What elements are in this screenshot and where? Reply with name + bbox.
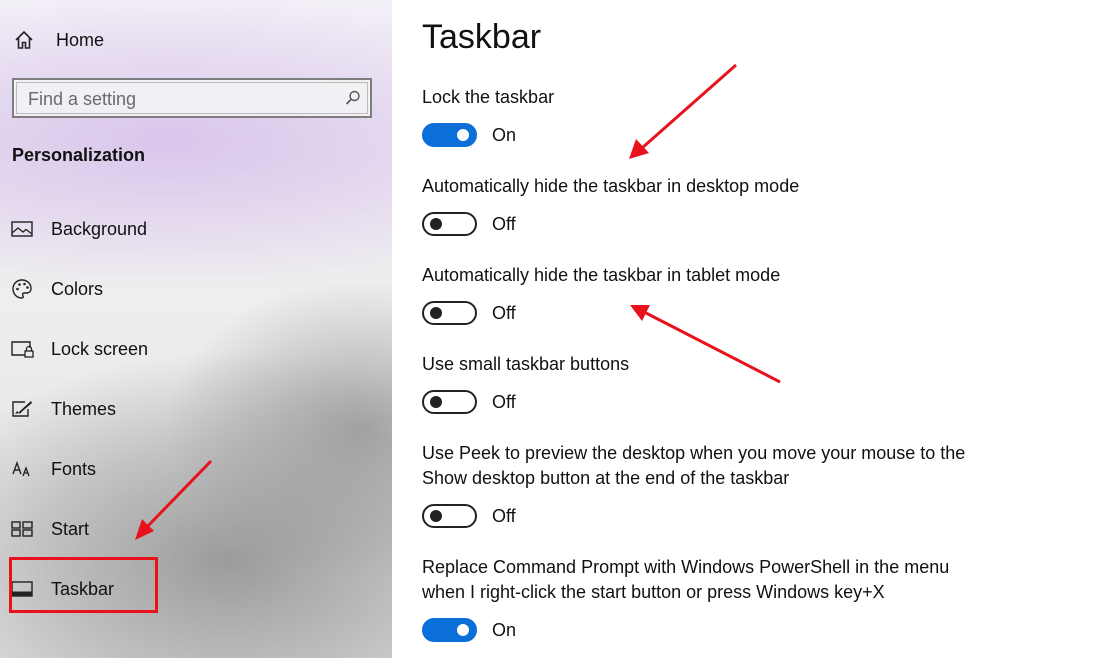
setting-row-powershell: On [422,618,516,642]
sidebar-item-themes[interactable]: Themes [10,393,116,425]
toggle-switch-autohide-tablet[interactable] [422,301,477,325]
brush-icon [10,397,34,421]
sidebar-item-colors[interactable]: Colors [10,273,103,305]
search-placeholder: Find a setting [28,89,137,109]
sidebar-item-lock-screen[interactable]: Lock screen [10,333,148,365]
sidebar-item-fonts[interactable]: Fonts [10,453,96,485]
search-icon[interactable] [344,89,362,107]
toggle-switch-lock-taskbar[interactable] [422,123,477,147]
setting-row-peek: Off [422,504,516,528]
picture-icon [10,217,34,241]
search-input[interactable]: Find a setting [12,78,372,118]
setting-row-small-buttons: Off [422,390,516,414]
fonts-icon [10,457,34,481]
sidebar-item-label: Colors [51,278,104,299]
toggle-state-label: On [492,619,517,640]
toggle-state-label: Off [492,391,516,412]
section-title: Personalization [12,145,146,165]
setting-label-small-buttons: Use small taskbar buttons [422,354,630,374]
setting-label-autohide-desktop: Automatically hide the taskbar in deskto… [422,176,800,196]
setting-label-lock-taskbar: Lock the taskbar [422,87,555,107]
toggle-state-label: Off [492,505,516,526]
toggle-knob [430,396,442,408]
sidebar-item-label: Themes [51,398,117,419]
toggle-switch-small-buttons[interactable] [422,390,477,414]
toggle-switch-powershell[interactable] [422,618,477,642]
home-icon [12,28,36,52]
palette-icon [10,277,34,301]
setting-row-autohide-tablet: Off [422,301,516,325]
toggle-knob [430,218,442,230]
sidebar-item-label: Start [51,518,90,539]
page-title: Taskbar [422,18,542,56]
annotation-arrow-lock-taskbar [629,63,737,159]
toggle-state-label: Off [492,213,516,234]
sidebar-item-label: Lock screen [51,338,149,359]
sidebar: Home Find a setting Personalization Back… [0,0,392,658]
sidebar-item-home[interactable]: Home [12,26,104,54]
toggle-knob [430,307,442,319]
sidebar-item-start[interactable]: Start [10,513,89,545]
sidebar-item-home-label: Home [56,29,105,50]
setting-row-lock-taskbar: On [422,123,516,147]
toggle-switch-peek[interactable] [422,504,477,528]
setting-row-autohide-desktop: Off [422,212,516,236]
toggle-knob [430,510,442,522]
toggle-knob [457,624,469,636]
sidebar-item-label: Fonts [51,458,97,479]
start-icon [10,517,34,541]
sidebar-item-background[interactable]: Background [10,213,147,245]
setting-label-powershell: Replace Command Prompt with Windows Powe… [422,557,950,602]
setting-label-peek: Use Peek to preview the desktop when you… [422,443,966,488]
annotation-highlight-box [9,557,158,613]
toggle-state-label: Off [492,302,516,323]
sidebar-item-label: Background [51,218,148,239]
lock-screen-icon [10,337,34,361]
toggle-knob [457,129,469,141]
setting-label-autohide-tablet: Automatically hide the taskbar in tablet… [422,265,781,285]
toggle-state-label: On [492,124,517,145]
toggle-switch-autohide-desktop[interactable] [422,212,477,236]
